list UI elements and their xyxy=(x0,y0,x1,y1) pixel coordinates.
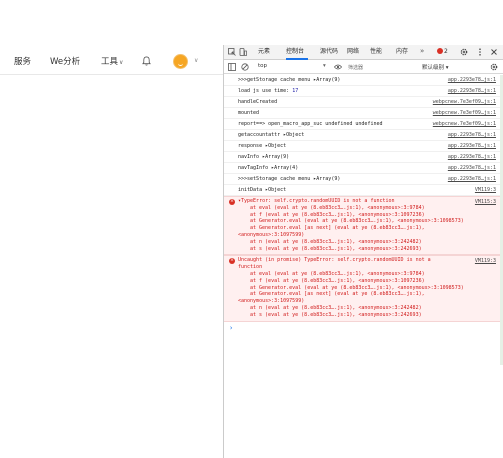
close-icon[interactable] xyxy=(490,48,498,56)
console-error-row: × VM119:3 Uncaught (in promise) TypeError:… xyxy=(224,255,503,322)
console-error-row: × VM115:3 ▾TypeError: self.crypto.randomUU… xyxy=(224,196,503,256)
active-tab-indicator xyxy=(286,58,308,60)
log-message: navTagInfo ▸Array(4) xyxy=(238,165,299,171)
error-count: 2 xyxy=(444,48,448,55)
log-source-link[interactable]: webpcnew.7e3ef09…js:1 xyxy=(433,110,496,116)
error-stack-line: at f (eval at ye (8.eb83cc3….js:1), <ano… xyxy=(250,211,425,218)
top-navigation: 服务 We分析 工具∨ ∨ xyxy=(0,50,223,74)
log-source-link[interactable]: app.2293e78…js:1 xyxy=(448,77,496,83)
tab-performance[interactable]: 性能 xyxy=(370,47,382,57)
console-log-row: handleCreated webpcnew.7e3ef09…js:1 xyxy=(224,97,503,108)
gear-icon[interactable] xyxy=(460,48,468,56)
log-source-link[interactable]: app.2293e78…js:1 xyxy=(448,132,496,138)
console-output: >>>getStorage cache menu ▸Array(9) app.22… xyxy=(224,75,503,332)
devtools-tabbar: 元素 控制台 源代码 网络 性能 内存 » 2 xyxy=(224,45,503,60)
error-stack-line: at Generator.eval (eval at ye (8.eb83cc3… xyxy=(250,284,464,291)
chevron-down-icon: ∨ xyxy=(119,59,124,66)
log-message: response ▸Object xyxy=(238,143,287,149)
error-stack-line: at Generator.eval [as next] (eval at ye … xyxy=(250,225,425,232)
console-log-row: initData ▸Object VM119:3 xyxy=(224,185,503,196)
log-message: report==> open_macro_app_suc undefined u… xyxy=(238,121,383,127)
error-dot-icon xyxy=(437,48,443,54)
tab-elements[interactable]: 元素 xyxy=(258,47,270,57)
bell-icon[interactable] xyxy=(142,56,151,66)
nav-item-tools-label: 工具 xyxy=(101,57,119,67)
clear-console-icon[interactable] xyxy=(241,63,249,71)
tab-network[interactable]: 网络 xyxy=(347,47,359,57)
more-tabs-button[interactable]: » xyxy=(420,47,424,55)
avatar[interactable] xyxy=(173,54,188,69)
error-count-badge[interactable]: 2 xyxy=(437,48,448,55)
console-log-row: mounted webpcnew.7e3ef09…js:1 xyxy=(224,108,503,119)
console-log-row: report==> open_macro_app_suc undefined u… xyxy=(224,119,503,130)
error-stack-line: at n (eval at ye (8.eb83cc3….js:1), <ano… xyxy=(250,304,422,311)
nav-item-we-analytics[interactable]: We分析 xyxy=(50,55,80,67)
error-stack-line: <anonymous>:3:1097599) xyxy=(238,298,305,305)
console-log-row: response ▸Object app.2293e78…js:1 xyxy=(224,141,503,152)
inspect-icon[interactable] xyxy=(228,48,236,56)
web-page-pane: 服务 We分析 工具∨ ∨ xyxy=(0,0,223,458)
error-stack-line: at s (eval at ye (8.eb83cc3….js:1), <ano… xyxy=(250,311,422,318)
error-stack-line: at n (eval at ye (8.eb83cc3….js:1), <ano… xyxy=(250,238,422,245)
log-message: load js use time: 17 xyxy=(238,88,299,94)
console-log-row: >>>setStorage cache menu ▸Array(9) app.22… xyxy=(224,174,503,185)
nav-item-tools[interactable]: 工具∨ xyxy=(101,55,123,67)
log-source-link[interactable]: VM119:3 xyxy=(475,187,496,193)
settings-icon[interactable] xyxy=(490,63,498,71)
context-label: top xyxy=(258,63,268,69)
error-stack-line: at eval (eval at ye (8.eb83cc3….js:1), <… xyxy=(250,204,425,211)
divider xyxy=(0,74,223,75)
log-message: handleCreated xyxy=(238,99,278,105)
log-message: getaccountattr ▸Object xyxy=(238,132,305,138)
log-message: mounted xyxy=(238,110,260,116)
error-stack-line: Uncaught (in promise) TypeError: self.cr… xyxy=(238,257,431,264)
eye-icon[interactable] xyxy=(334,63,342,71)
error-stack-line: at Generator.eval (eval at ye (8.eb83cc3… xyxy=(250,218,464,225)
log-source-link[interactable]: app.2293e78…js:1 xyxy=(448,154,496,160)
error-stack-line: function xyxy=(238,264,263,271)
log-message: >>>setStorage cache menu ▸Array(9) xyxy=(238,176,341,182)
console-log-row: getaccountattr ▸Object app.2293e78…js:1 xyxy=(224,130,503,141)
error-stack-line: ▾TypeError: self.crypto.randomUUID is no… xyxy=(238,198,395,204)
log-source-link[interactable]: app.2293e78…js:1 xyxy=(448,88,496,94)
console-log-row: load js use time: 17 app.2293e78…js:1 xyxy=(224,86,503,97)
context-selector[interactable]: top ▾ xyxy=(258,63,326,69)
log-message: navInfo ▸Array(9) xyxy=(238,154,290,160)
error-stack-line: at eval (eval at ye (8.eb83cc3….js:1), <… xyxy=(250,270,425,277)
tab-sources[interactable]: 源代码 xyxy=(320,47,338,57)
sidebar-toggle-icon[interactable] xyxy=(228,63,236,71)
tab-memory[interactable]: 内存 xyxy=(396,47,408,57)
error-stack-line: at s (eval at ye (8.eb83cc3….js:1), <ano… xyxy=(250,245,422,252)
console-prompt[interactable]: › xyxy=(229,324,503,332)
error-stack-line: at Generator.eval [as next] (eval at ye … xyxy=(250,291,425,298)
kebab-menu-icon[interactable] xyxy=(476,48,484,56)
context-dropdown-icon: ▾ xyxy=(323,63,326,69)
devtools-panel: 元素 控制台 源代码 网络 性能 内存 » 2 top ▾ 筛选器 默认级别 ▾… xyxy=(223,45,503,458)
console-toolbar: top ▾ 默认级别 ▾ xyxy=(224,61,503,74)
log-message: initData ▸Object xyxy=(238,187,287,193)
log-source-link[interactable]: app.2293e78…js:1 xyxy=(448,165,496,171)
avatar-menu-chevron-icon[interactable]: ∨ xyxy=(194,57,198,64)
console-log-row: >>>getStorage cache menu ▸Array(9) app.22… xyxy=(224,75,503,86)
tab-console[interactable]: 控制台 xyxy=(286,47,304,57)
console-log-row: navTagInfo ▸Array(4) app.2293e78…js:1 xyxy=(224,163,503,174)
error-stack-line: <anonymous>:3:1097599) xyxy=(238,231,305,238)
error-stack-line: at f (eval at ye (8.eb83cc3….js:1), <ano… xyxy=(250,277,425,284)
log-source-link[interactable]: webpcnew.7e3ef09…js:1 xyxy=(433,121,496,127)
log-source-link[interactable]: app.2293e78…js:1 xyxy=(448,143,496,149)
log-message: >>>getStorage cache menu ▸Array(9) xyxy=(238,77,341,83)
device-toggle-icon[interactable] xyxy=(239,48,247,56)
log-number: 17 xyxy=(292,88,299,94)
console-log-row: navInfo ▸Array(9) app.2293e78…js:1 xyxy=(224,152,503,163)
log-source-link[interactable]: webpcnew.7e3ef09…js:1 xyxy=(433,99,496,105)
nav-item-services[interactable]: 服务 xyxy=(14,55,31,67)
filter-input[interactable] xyxy=(348,63,392,72)
log-source-link[interactable]: app.2293e78…js:1 xyxy=(448,176,496,182)
log-level-select[interactable]: 默认级别 ▾ xyxy=(422,63,449,71)
